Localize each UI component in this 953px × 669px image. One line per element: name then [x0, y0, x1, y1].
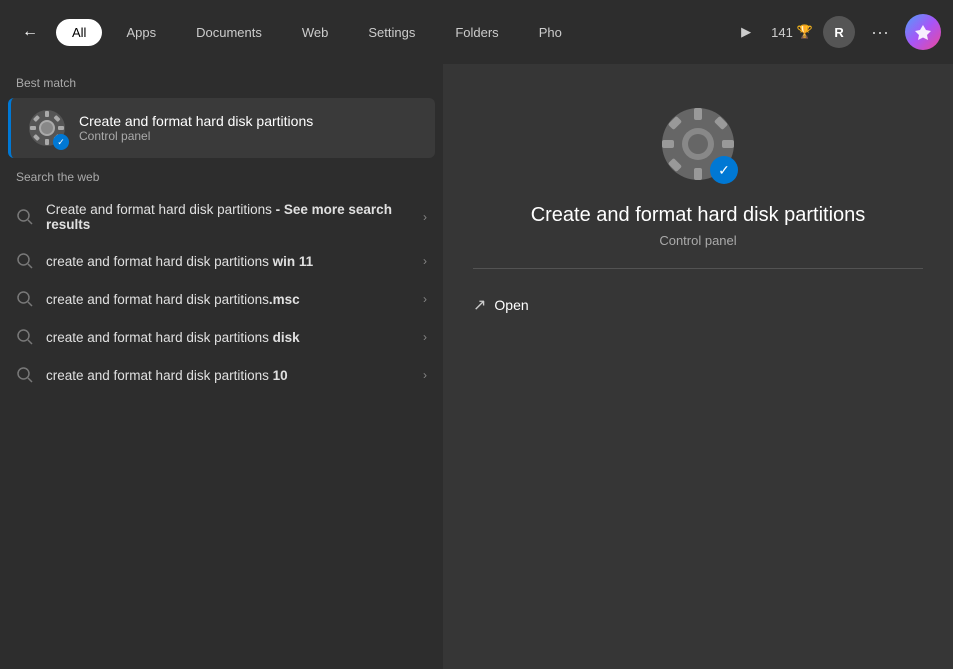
search-icon	[16, 208, 34, 226]
check-badge: ✓	[53, 134, 69, 150]
avatar[interactable]: R	[823, 16, 855, 48]
filter-web[interactable]: Web	[286, 19, 345, 46]
web-result-item[interactable]: create and format hard disk partitions w…	[0, 242, 443, 280]
app-icon-container: ✓	[27, 108, 67, 148]
web-result-text-1: Create and format hard disk partitions -…	[46, 202, 411, 232]
back-button[interactable]: ←	[12, 14, 48, 50]
open-button[interactable]: ↗ Open	[473, 289, 529, 321]
top-right-actions: ▶ 141 🏆 R ···	[731, 14, 941, 50]
web-result-text-2: create and format hard disk partitions w…	[46, 254, 411, 269]
trophy-icon: 🏆	[797, 24, 813, 40]
chevron-icon: ›	[423, 254, 427, 268]
chevron-icon: ›	[423, 210, 427, 224]
filter-settings[interactable]: Settings	[352, 19, 431, 46]
search-icon	[16, 366, 34, 384]
open-label: Open	[494, 297, 528, 313]
filter-photos[interactable]: Pho	[523, 19, 578, 46]
divider	[473, 268, 923, 269]
top-bar: ← All Apps Documents Web Settings Folder…	[0, 0, 953, 64]
main-content: Best match	[0, 64, 953, 669]
chevron-icon: ›	[423, 368, 427, 382]
copilot-svg	[913, 22, 933, 42]
web-result-item[interactable]: create and format hard disk partitions 1…	[0, 356, 443, 394]
chevron-icon: ›	[423, 330, 427, 344]
best-match-label: Best match	[0, 64, 443, 98]
web-result-item[interactable]: create and format hard disk partitions d…	[0, 318, 443, 356]
web-result-item[interactable]: Create and format hard disk partitions -…	[0, 192, 443, 242]
web-result-item[interactable]: create and format hard disk partitions.m…	[0, 280, 443, 318]
web-result-text-4: create and format hard disk partitions d…	[46, 330, 411, 345]
open-icon: ↗	[473, 295, 486, 315]
best-match-text: Create and format hard disk partitions C…	[79, 113, 313, 143]
web-result-text-3: create and format hard disk partitions.m…	[46, 292, 411, 307]
left-panel: Best match	[0, 64, 443, 669]
search-icon	[16, 252, 34, 270]
search-icon	[16, 290, 34, 308]
web-result-text-5: create and format hard disk partitions 1…	[46, 368, 411, 383]
filter-folders[interactable]: Folders	[439, 19, 514, 46]
right-panel: ✓ Create and format hard disk partitions…	[443, 64, 953, 669]
more-icon: ···	[871, 22, 889, 42]
search-icon	[16, 328, 34, 346]
score-value: 141	[771, 25, 793, 40]
preview-icon-container: ✓	[658, 104, 738, 184]
best-match-item[interactable]: ✓ Create and format hard disk partitions…	[8, 98, 435, 158]
preview-check-badge: ✓	[710, 156, 738, 184]
play-button[interactable]: ▶	[731, 20, 761, 44]
best-match-title: Create and format hard disk partitions	[79, 113, 313, 129]
chevron-icon: ›	[423, 292, 427, 306]
filter-apps[interactable]: Apps	[110, 19, 172, 46]
back-icon: ←	[22, 23, 38, 41]
more-button[interactable]: ···	[865, 18, 895, 47]
best-match-subtitle: Control panel	[79, 129, 313, 143]
play-icon: ▶	[741, 24, 751, 39]
filter-documents[interactable]: Documents	[180, 19, 278, 46]
copilot-icon[interactable]	[905, 14, 941, 50]
preview-title: Create and format hard disk partitions	[531, 204, 866, 227]
preview-subtitle: Control panel	[659, 233, 736, 248]
score-display: 141 🏆	[771, 24, 813, 40]
filter-all[interactable]: All	[56, 19, 102, 46]
search-web-label: Search the web	[0, 158, 443, 192]
